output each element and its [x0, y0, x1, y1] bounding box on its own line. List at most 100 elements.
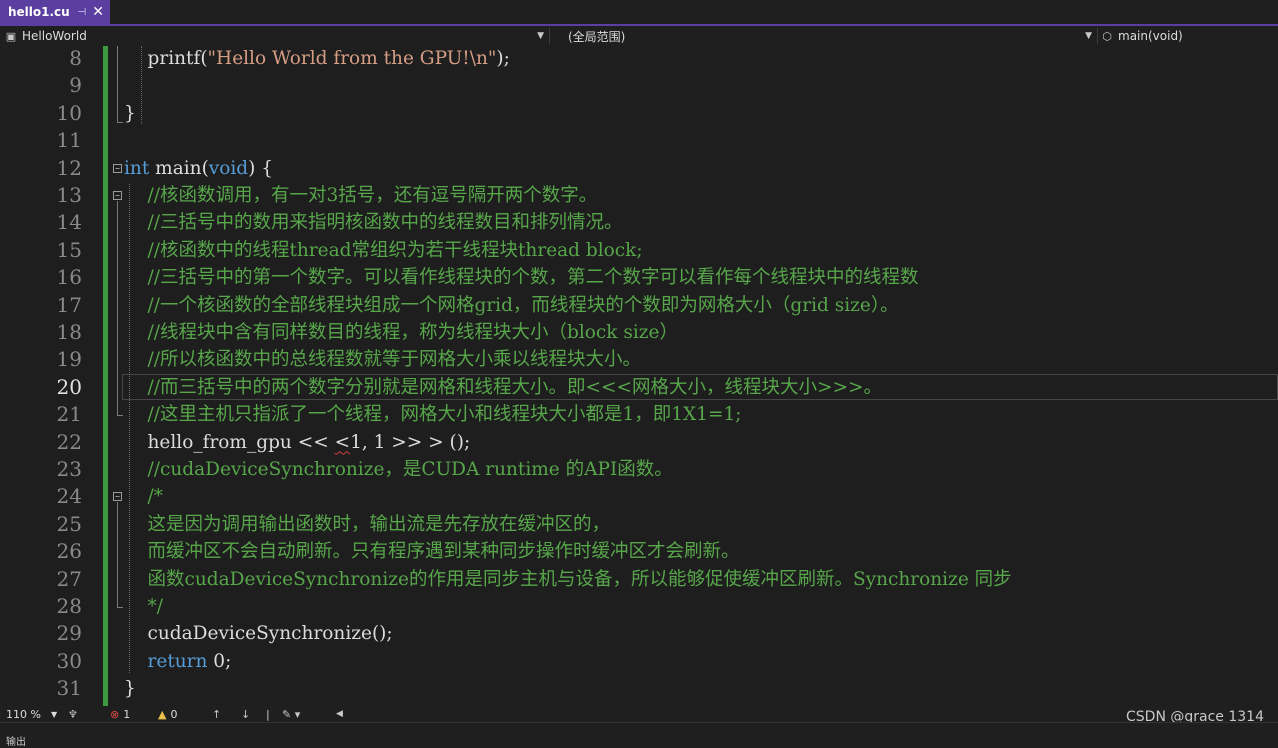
code-text: //而三括号中的两个数字分别就是网格和线程大小。即<<<网格大小，线程块大小>>…: [124, 374, 882, 401]
code-line[interactable]: 21 //这里主机只指派了一个线程，网格大小和线程块大小都是1，即1X1=1;: [0, 401, 1278, 428]
fold-guide: [117, 121, 123, 123]
code-token: //核函数调用，有一对3括号，还有逗号隔开两个数字。: [124, 185, 598, 206]
code-line[interactable]: 17 //一个核函数的全部线程块组成一个网格grid，而线程块的个数即为网格大小…: [0, 292, 1278, 319]
line-number: 10: [56, 100, 82, 125]
chevron-down-icon: ▼: [537, 31, 544, 41]
member-label: main(void): [1118, 29, 1183, 43]
code-text: //cudaDeviceSynchronize，是CUDA runtime 的A…: [124, 456, 673, 483]
warning-count[interactable]: ▲ 0: [158, 706, 177, 722]
code-line[interactable]: 27 函数cudaDeviceSynchronize的作用是同步主机与设备，所以…: [0, 566, 1278, 593]
code-line[interactable]: 28 */: [0, 593, 1278, 620]
code-token: int: [124, 157, 150, 179]
code-text: //一个核函数的全部线程块组成一个网格grid，而线程块的个数即为网格大小（gr…: [124, 292, 899, 319]
member-dropdown[interactable]: ⬡ main(void): [1100, 26, 1276, 46]
code-text: //核函数调用，有一对3括号，还有逗号隔开两个数字。: [124, 182, 598, 209]
code-token: }: [124, 102, 136, 124]
scope-label: (全局范围): [568, 29, 626, 44]
code-text: //所以核函数中的总线程数就等于网格大小乘以线程块大小。: [124, 346, 641, 373]
code-line[interactable]: 11: [0, 127, 1278, 154]
fold-toggle-icon[interactable]: −: [113, 163, 122, 173]
project-dropdown[interactable]: ▣ HelloWorld ▼: [4, 26, 548, 46]
code-token: ) {: [248, 157, 274, 179]
line-number: 21: [56, 402, 82, 427]
code-token: return: [124, 650, 208, 672]
code-line[interactable]: 29 cudaDeviceSynchronize();: [0, 620, 1278, 647]
code-line[interactable]: 31}: [0, 675, 1278, 702]
previous-issue-button[interactable]: ↑: [212, 706, 221, 722]
code-editor[interactable]: 8 printf("Hello World from the GPU!\n");…: [0, 46, 1278, 706]
line-number: 15: [56, 237, 82, 262]
code-line[interactable]: 8 printf("Hello World from the GPU!\n");: [0, 46, 1278, 72]
code-text: //三括号中的第一个数字。可以看作线程块的个数，第二个数字可以看作每个线程块中的…: [124, 264, 919, 291]
project-icon: ▣: [5, 29, 17, 43]
code-text: cudaDeviceSynchronize();: [124, 620, 393, 647]
code-line[interactable]: 9: [0, 72, 1278, 99]
code-line[interactable]: 24 /*: [0, 483, 1278, 510]
code-line[interactable]: 18 //线程块中含有同样数目的线程，称为线程块大小（block size）: [0, 319, 1278, 346]
error-count[interactable]: ⊗ 1: [110, 706, 130, 722]
code-text: //核函数中的线程thread常组织为若干线程块thread block;: [124, 237, 643, 264]
line-number: 31: [56, 676, 82, 701]
line-number: 8: [69, 46, 82, 70]
fold-guide: [117, 201, 118, 416]
code-token: 函数cudaDeviceSynchronize的作用是同步主机与设备，所以能够促…: [124, 568, 1012, 590]
line-number: 28: [56, 594, 82, 618]
fold-toggle-icon[interactable]: −: [113, 191, 122, 200]
warning-icon: ▲: [158, 707, 167, 721]
line-number: 30: [56, 648, 82, 673]
copilot-icon[interactable]: ♆: [68, 706, 78, 722]
chevron-down-icon: ▼: [1085, 31, 1092, 41]
code-line[interactable]: 20 //而三括号中的两个数字分别就是网格和线程大小。即<<<网格大小，线程块大…: [0, 374, 1278, 401]
code-line[interactable]: 22 hello_from_gpu << <1, 1 >> > ();: [0, 429, 1278, 456]
code-token: }: [124, 678, 136, 700]
fold-guide: [117, 415, 123, 417]
code-text: hello_from_gpu << <1, 1 >> > ();: [124, 429, 471, 456]
divider: [549, 28, 550, 44]
project-label: HelloWorld: [22, 29, 87, 43]
line-number: 22: [56, 429, 82, 454]
code-line[interactable]: 12 int main(void) {: [0, 155, 1278, 182]
code-line[interactable]: 23 //cudaDeviceSynchronize，是CUDA runtime…: [0, 456, 1278, 483]
code-line[interactable]: 10}: [0, 100, 1278, 127]
line-number: 27: [56, 566, 82, 591]
code-line[interactable]: 14 //三括号中的数用来指明核函数中的线程数目和排列情况。: [0, 209, 1278, 236]
code-cleanup-icon[interactable]: ✎ ▾: [282, 706, 300, 722]
line-number: 9: [69, 73, 82, 98]
close-icon[interactable]: ✕: [92, 4, 104, 20]
fold-guide: [117, 502, 118, 607]
code-line[interactable]: 26 而缓冲区不会自动刷新。只有程序遇到某种同步操作时缓冲区才会刷新。: [0, 538, 1278, 565]
line-number: 29: [56, 621, 82, 646]
code-line[interactable]: 19 //所以核函数中的总线程数就等于网格大小乘以线程块大小。: [0, 346, 1278, 373]
code-token: \n: [469, 48, 488, 69]
code-text: }: [124, 100, 136, 127]
pin-icon[interactable]: ⊣: [78, 7, 87, 18]
line-number: 25: [56, 511, 82, 536]
code-token: //所以核函数中的总线程数就等于网格大小乘以线程块大小。: [124, 349, 641, 371]
code-token: //这里主机只指派了一个线程，网格大小和线程块大小都是1，即1X1=1;: [124, 404, 742, 426]
code-line[interactable]: 13 //核函数调用，有一对3括号，还有逗号隔开两个数字。: [0, 182, 1278, 209]
code-line[interactable]: 15 //核函数中的线程thread常组织为若干线程块thread block;: [0, 237, 1278, 264]
scope-dropdown[interactable]: (全局范围) ▼: [552, 26, 1096, 46]
line-number: 18: [56, 320, 82, 344]
code-token: hello_from_gpu <<: [124, 431, 335, 453]
zoom-dropdown[interactable]: 110 % ▼: [6, 706, 57, 722]
document-tab-bar: hello1.cu ⊣ ✕: [0, 0, 1278, 26]
error-count-value: 1: [123, 707, 131, 721]
indent-guide: [129, 184, 130, 674]
code-token: 1, 1 >> > ();: [350, 431, 471, 453]
code-line[interactable]: 16 //三括号中的第一个数字。可以看作线程块的个数，第二个数字可以看作每个线程…: [0, 264, 1278, 291]
chevron-down-icon: ▼: [50, 709, 58, 719]
fold-toggle-icon[interactable]: −: [113, 492, 122, 502]
line-number: 20: [56, 374, 82, 399]
code-line[interactable]: 25 这是因为调用输出函数时，输出流是先存放在缓冲区的，: [0, 511, 1278, 538]
output-label: 输出: [6, 737, 26, 748]
tab-hello1-cu[interactable]: hello1.cu ⊣ ✕: [0, 0, 110, 24]
code-token: //核函数中的线程thread常组织为若干线程块thread block;: [124, 239, 643, 261]
scroll-left-icon[interactable]: ◀: [336, 706, 343, 722]
next-issue-button[interactable]: ↓: [241, 706, 250, 722]
fold-guide: [117, 607, 123, 608]
code-token: cudaDeviceSynchronize();: [124, 623, 393, 645]
code-token: //三括号中的第一个数字。可以看作线程块的个数，第二个数字可以看作每个线程块中的…: [124, 267, 919, 289]
code-line[interactable]: 30 return 0;: [0, 648, 1278, 675]
line-number: 14: [56, 210, 82, 235]
